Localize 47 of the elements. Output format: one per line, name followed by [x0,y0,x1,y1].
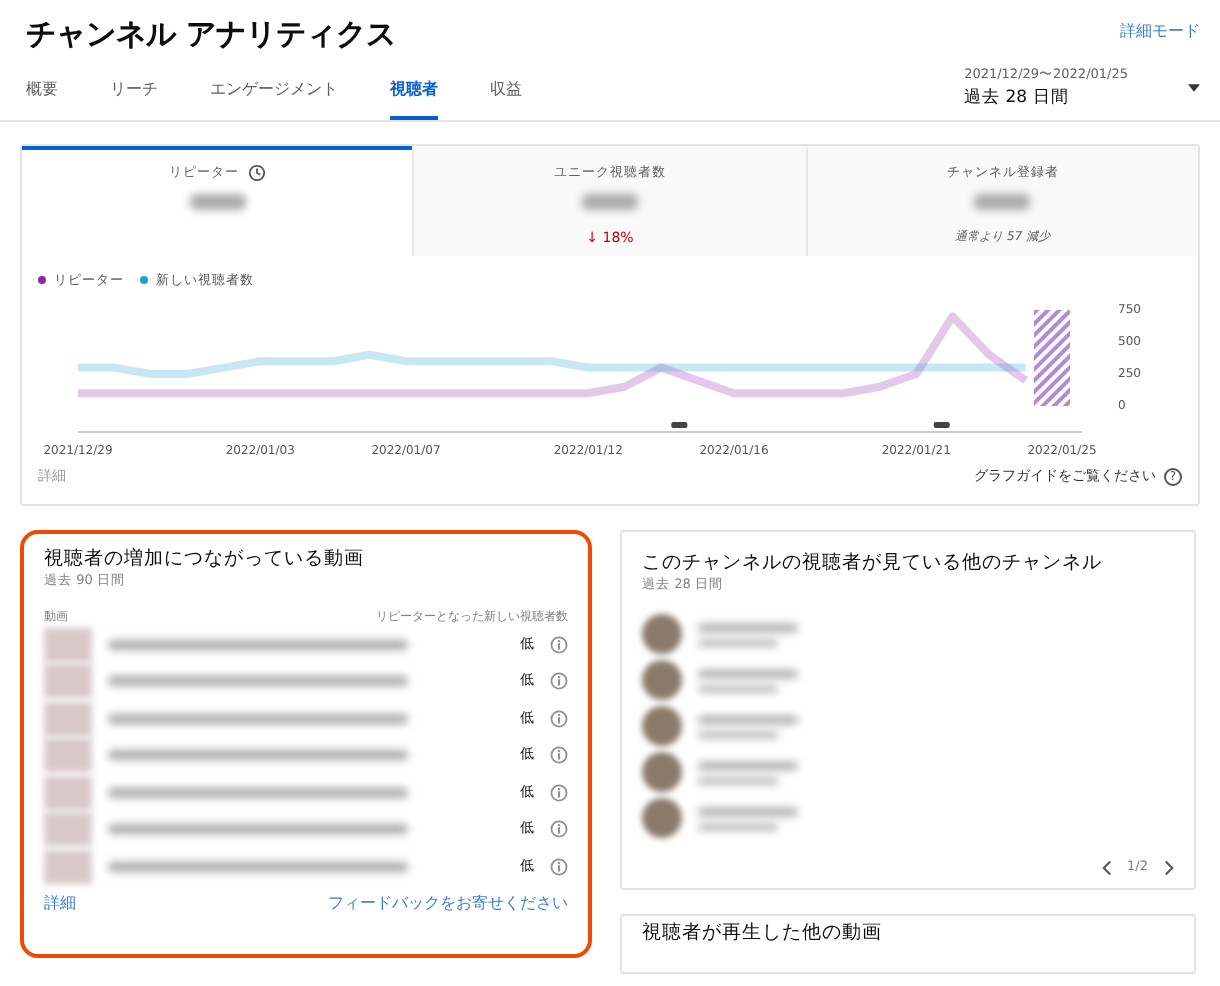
avatar-placeholder [642,660,682,701]
info-icon [550,672,568,691]
thumbnail-placeholder [44,701,92,736]
info-icon [550,820,568,839]
thumbnail-placeholder [44,849,92,884]
nav-tab[interactable]: 概要 [26,65,58,119]
blurred-name [698,761,798,770]
avatar-placeholder [642,798,682,839]
caret-icon [1188,84,1200,93]
blurred-value [581,194,638,211]
incomplete-period-hatch [1034,310,1070,407]
thumbnail-placeholder [44,812,92,847]
avatar-placeholder [642,614,682,655]
card-title: 視聴者が再生した他の動画 [642,921,884,947]
info-icon [550,783,568,802]
blurred-value [189,194,246,211]
avatar-placeholder [642,706,682,747]
nav-tab[interactable]: エンゲージメント [210,65,338,119]
nav-tab[interactable]: 視聴者 [390,65,438,119]
date-range-label: 過去 28 日間 [964,85,1071,111]
nav-tab[interactable]: リーチ [110,65,158,119]
nav-tab[interactable]: 収益 [490,65,522,119]
thumbnail-placeholder [44,738,92,773]
card-title: このチャンネルの視聴者が見ている他のチャンネル [642,551,1104,577]
info-icon [550,635,568,654]
info-icon [550,709,568,728]
thumbnail-placeholder [44,627,92,662]
blurred-name [698,715,798,724]
advanced-mode-link[interactable]: 詳細モード [1120,20,1200,44]
feedback-link[interactable]: フィードバックをお寄せください [328,892,568,917]
card-title: 視聴者の増加につながっている動画 [44,547,366,573]
marker-icon[interactable] [671,422,688,429]
blurred-name [698,807,798,816]
info-icon [550,857,568,876]
blurred-name [698,669,798,678]
info-icon [550,746,568,765]
previous-page-icon[interactable] [1101,859,1112,876]
thumbnail-placeholder [44,775,92,810]
details-link[interactable]: 詳細 [44,892,76,917]
next-page-icon[interactable] [1164,859,1174,876]
avatar-placeholder [642,752,682,793]
page-title: チャンネル アナリティクス [26,14,397,56]
thumbnail-placeholder [44,664,92,699]
blurred-name [698,623,798,632]
marker-icon[interactable] [933,422,950,429]
clock-icon [247,163,266,182]
blurred-value [974,194,1031,211]
